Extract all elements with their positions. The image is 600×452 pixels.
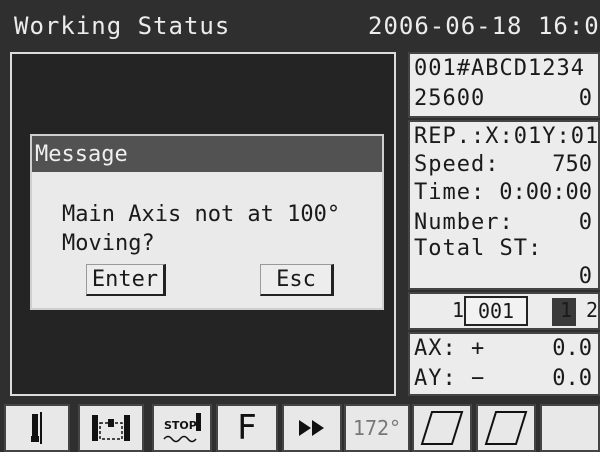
dialog-title-bar: Message <box>32 136 382 172</box>
frame-icon <box>92 415 130 441</box>
parallelogram-icon <box>484 411 528 445</box>
blank-button-2[interactable] <box>476 404 536 452</box>
pattern-pager: 1 001 1 2 <box>408 292 600 330</box>
needle-icon <box>31 412 42 444</box>
ay-value: 0.0 <box>552 366 592 391</box>
message-dialog: Message Main Axis not at 100° Moving? En… <box>30 134 384 310</box>
dialog-message-line1: Main Axis not at 100° <box>62 202 341 227</box>
stitch-count: 25600 <box>414 86 486 111</box>
page-1[interactable]: 1 <box>560 298 572 322</box>
fast-forward-icon <box>299 420 324 436</box>
blank-button-3[interactable] <box>540 404 600 452</box>
dialog-message-line2: Moving? <box>62 231 155 256</box>
number-label: Number: <box>414 210 514 235</box>
blank-button-1[interactable] <box>412 404 472 452</box>
total-stitches-label: Total ST: <box>414 236 543 261</box>
pattern-index: 1 <box>451 298 464 322</box>
program-name: 001#ABCD1234 <box>414 56 585 81</box>
stitch-count-right: 0 <box>578 86 592 111</box>
ay-label: AY: − <box>414 366 486 391</box>
dialog-title: Message <box>35 142 128 167</box>
frame-tool-button[interactable] <box>78 404 144 452</box>
enter-button[interactable]: Enter <box>86 264 166 296</box>
number-value: 0 <box>578 210 592 235</box>
needle-tool-button[interactable] <box>4 404 70 452</box>
repeat-readout: REP.:X:01Y:01 <box>414 124 600 149</box>
parallelogram-icon <box>420 411 464 445</box>
bottom-toolbar: STOP F 172° <box>0 398 600 452</box>
esc-button[interactable]: Esc <box>260 264 334 296</box>
time-label: Time: <box>414 180 486 205</box>
page-2[interactable]: 2 <box>586 298 598 322</box>
function-button[interactable]: F <box>216 404 278 452</box>
datetime: 2006-06-18 16:05 <box>368 12 600 40</box>
page-title: Working Status <box>14 12 231 40</box>
stop-icon: STOP <box>163 413 201 443</box>
angle-readout: 172° <box>344 404 410 452</box>
info-panel: 001#ABCD1234 25600 0 REP.:X:01Y:01 Speed… <box>398 52 600 396</box>
status-box: REP.:X:01Y:01 Speed: 750 Time: 0:00:00 N… <box>408 120 600 290</box>
axis-box: AX: + 0.0 AY: − 0.0 <box>408 332 600 396</box>
speed-label: Speed: <box>414 152 500 177</box>
ax-value: 0.0 <box>552 336 592 361</box>
svg-text:STOP: STOP <box>164 419 197 432</box>
time-value: 0:00:00 <box>499 180 592 205</box>
pattern-number-field[interactable]: 001 <box>464 296 528 326</box>
title-bar: Working Status 2006-06-18 16:05 <box>0 0 600 50</box>
total-stitches-value: 0 <box>578 264 592 289</box>
program-box: 001#ABCD1234 25600 0 <box>408 52 600 118</box>
fast-forward-button[interactable] <box>282 404 342 452</box>
speed-value: 750 <box>552 152 592 177</box>
ax-label: AX: + <box>414 336 486 361</box>
stop-button[interactable]: STOP <box>152 404 212 452</box>
